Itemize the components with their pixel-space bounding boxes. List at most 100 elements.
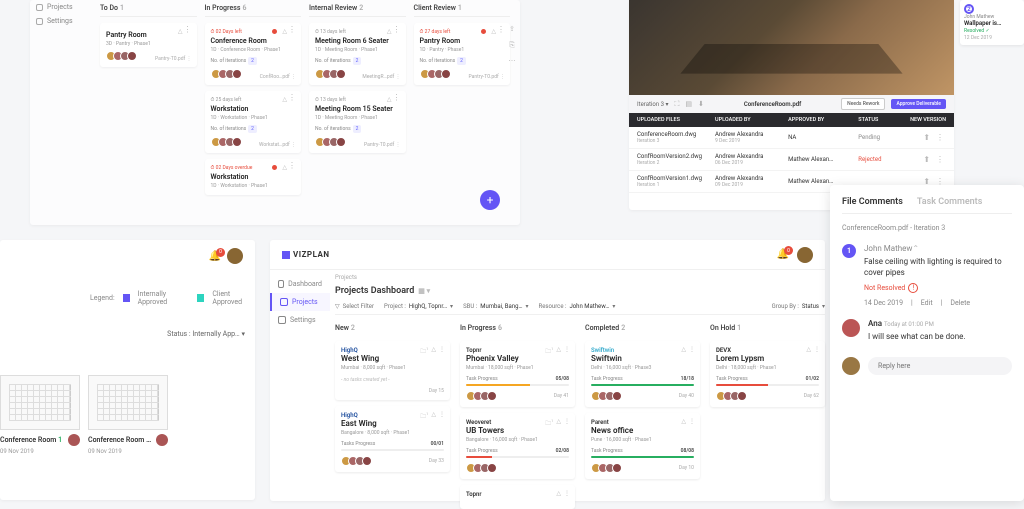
- add-task-fab[interactable]: +: [480, 190, 500, 210]
- more-icon[interactable]: ⋮: [936, 155, 946, 164]
- bell-icon[interactable]: △: [556, 346, 561, 357]
- bell-icon[interactable]: 🔔0: [209, 251, 221, 262]
- more-icon[interactable]: ⋮: [814, 346, 820, 353]
- bell-icon[interactable]: △: [556, 418, 561, 429]
- bell-icon[interactable]: △: [387, 28, 392, 35]
- sbu-filter[interactable]: SBU : Mumbai, Bang… ▾: [463, 303, 528, 310]
- iteration-selector[interactable]: Iteration 3 ▾: [637, 101, 668, 108]
- bell-icon[interactable]: △: [556, 490, 561, 497]
- file-comments-tab[interactable]: File Comments: [842, 197, 903, 207]
- more-icon[interactable]: ⋮: [288, 28, 296, 32]
- kanban-card[interactable]: △ ⋮ Pantry Room 3D · Pantry · Phase1 Pan…: [100, 23, 197, 67]
- avatar[interactable]: [797, 247, 813, 263]
- project-filter[interactable]: Project : HighQ, Topnr… ▾: [384, 303, 453, 310]
- more-icon[interactable]: ⋯: [507, 57, 517, 67]
- more-icon[interactable]: ⋮: [564, 346, 570, 357]
- sidebar-item-projects[interactable]: Projects: [30, 0, 80, 14]
- needs-rework-button[interactable]: Needs Rework: [841, 98, 885, 110]
- kanban-card[interactable]: △ ⋮ ⏱ 02 Days left Conference Room 1D · …: [205, 23, 302, 85]
- kanban-card[interactable]: △ ⋮ ⏱ 13 days left Meeting Room 15 Seate…: [309, 91, 406, 153]
- folder-icon[interactable]: 🗀1: [545, 418, 553, 429]
- bell-icon[interactable]: △: [282, 28, 287, 35]
- kanban-card[interactable]: △ ⋮ ⏱ 25 days left Workstation 1D · Work…: [205, 91, 302, 153]
- attach-icon[interactable]: ⎘: [507, 41, 517, 51]
- more-icon[interactable]: ⋮: [564, 418, 570, 429]
- bell-icon[interactable]: △: [282, 96, 287, 103]
- more-icon[interactable]: ⋮: [288, 96, 296, 100]
- more-icon[interactable]: ⋮: [184, 28, 192, 32]
- status-card[interactable]: 2 John Mathew Wallpaper is… Resolved ✓ 1…: [960, 0, 1024, 45]
- project-card[interactable]: △⋮ Swiftwin Swiftwin Delhi · 16,000 sqft…: [585, 341, 700, 407]
- folder-icon[interactable]: 🗀1: [420, 411, 428, 422]
- share-icon[interactable]: ⇪: [507, 25, 517, 35]
- more-icon[interactable]: ⋮: [564, 490, 570, 497]
- project-card[interactable]: △⋮ DEVX Lorem Lypsm Delhi · 18,000 sqft …: [710, 341, 825, 407]
- file-chip[interactable]: ConfRoo…pdf ⋮: [260, 74, 296, 80]
- kanban-card[interactable]: △ ⋮ ⏱ 13 days left Meeting Room 6 Seater…: [309, 23, 406, 85]
- bell-icon[interactable]: △: [431, 411, 436, 422]
- edit-link[interactable]: Edit: [921, 299, 933, 307]
- bell-icon[interactable]: △: [681, 346, 686, 353]
- folder-icon[interactable]: 🗀1: [545, 346, 553, 357]
- sidebar-item-dashboard[interactable]: Dashboard: [270, 275, 330, 293]
- more-icon[interactable]: ⋮: [497, 28, 505, 32]
- project-card[interactable]: 🗀1△⋮ HighQ West Wing Mumbai · 8,000 sqft…: [335, 341, 450, 400]
- sidebar-item-projects[interactable]: Projects: [270, 293, 330, 311]
- more-icon[interactable]: ⋮: [393, 28, 401, 32]
- upload-icon[interactable]: ⬆: [923, 155, 932, 164]
- resource-filter[interactable]: Resource : John Mathew… ▾: [539, 303, 616, 310]
- file-chip[interactable]: Pantry-T0.pdf ⋮: [155, 56, 191, 62]
- file-chip[interactable]: Workstat…pdf ⋮: [259, 142, 296, 148]
- bell-icon[interactable]: △: [282, 164, 287, 171]
- project-card[interactable]: 🗀1△⋮ HighQ East Wing Bangalore · 8,000 s…: [335, 406, 450, 472]
- task-comments-tab[interactable]: Task Comments: [917, 197, 983, 207]
- file-chip[interactable]: Pantry-T0.pdf ⋮: [364, 142, 400, 148]
- bell-icon[interactable]: △: [431, 346, 436, 357]
- floorplan-thumbnail[interactable]: Conference Room 1 09 Nov 2019: [0, 375, 80, 455]
- thumbnails: Conference Room 1 09 Nov 2019 Conference…: [0, 375, 168, 455]
- project-card[interactable]: △⋮ Parent News office Pune · 16,000 sqft…: [585, 413, 700, 479]
- more-icon[interactable]: ⋮: [439, 346, 445, 357]
- breadcrumb[interactable]: Projects: [335, 272, 825, 283]
- kanban-card[interactable]: △ ⋮ ⏱ 02 Days overdue Workstation 1D · W…: [205, 159, 302, 195]
- upload-icon[interactable]: ⬆: [923, 133, 932, 142]
- folder-icon[interactable]: 🗀1: [420, 346, 428, 357]
- more-icon[interactable]: ⋮: [393, 96, 401, 100]
- more-icon[interactable]: ⋮: [439, 411, 445, 422]
- bell-icon[interactable]: △: [491, 28, 496, 35]
- project-card[interactable]: 🗀1△⋮ Weoveret UB Towers Bangalore · 16,0…: [460, 413, 575, 479]
- project-card[interactable]: 🗀1△⋮ Topnr Phoenix Valley Mumbai · 18,00…: [460, 341, 575, 407]
- floorplan-thumbnail[interactable]: Conference Room … 09 Nov 2019: [88, 375, 168, 455]
- reply-input[interactable]: [868, 357, 1012, 375]
- bell-icon[interactable]: △: [178, 28, 183, 35]
- more-icon[interactable]: ⋮: [288, 164, 296, 168]
- bell-icon[interactable]: △: [387, 96, 392, 103]
- file-name: ConferenceRoom.dwg: [637, 131, 715, 138]
- group-by-filter[interactable]: Group By : Status ▾: [772, 303, 825, 310]
- bell-icon[interactable]: 🔔0: [777, 249, 789, 260]
- avatar[interactable]: [227, 248, 243, 264]
- bell-icon[interactable]: △: [806, 346, 811, 353]
- view-icon[interactable]: ▤: [685, 100, 692, 108]
- file-chip[interactable]: Pantry-T0.pdf ⋮: [469, 74, 505, 80]
- project-card[interactable]: △⋮ Topnr: [460, 485, 575, 509]
- download-icon[interactable]: ⬇: [698, 100, 704, 108]
- delete-link[interactable]: Delete: [950, 299, 970, 307]
- select-filter-button[interactable]: ▽ Select Filter: [335, 303, 374, 310]
- kanban-card[interactable]: △ ⋮ ⏱ 27 days left Pantry Room 1D · Pant…: [414, 23, 511, 85]
- expand-icon[interactable]: ⛶: [674, 100, 679, 109]
- more-icon[interactable]: ⋮: [689, 418, 695, 425]
- file-row[interactable]: ConferenceRoom.dwgIteration 3 Andrew Ale…: [629, 127, 954, 149]
- avatar: [487, 463, 497, 473]
- brand-label: Parent: [591, 419, 694, 426]
- status-filter[interactable]: Status : Internally App… ▾: [167, 330, 245, 338]
- sidebar-item-settings[interactable]: Settings: [30, 14, 80, 28]
- file-row[interactable]: ConfRoomVersion2.dwgIteration 2 Andrew A…: [629, 149, 954, 171]
- bell-icon[interactable]: △: [681, 418, 686, 425]
- sidebar-item-settings[interactable]: Settings: [270, 311, 330, 329]
- approve-deliverable-button[interactable]: Approve Deliverable: [891, 99, 946, 109]
- collapse-icon[interactable]: ⌃: [912, 244, 919, 253]
- more-icon[interactable]: ⋮: [936, 133, 946, 142]
- file-chip[interactable]: MeetingR…pdf ⋮: [362, 74, 400, 80]
- more-icon[interactable]: ⋮: [689, 346, 695, 353]
